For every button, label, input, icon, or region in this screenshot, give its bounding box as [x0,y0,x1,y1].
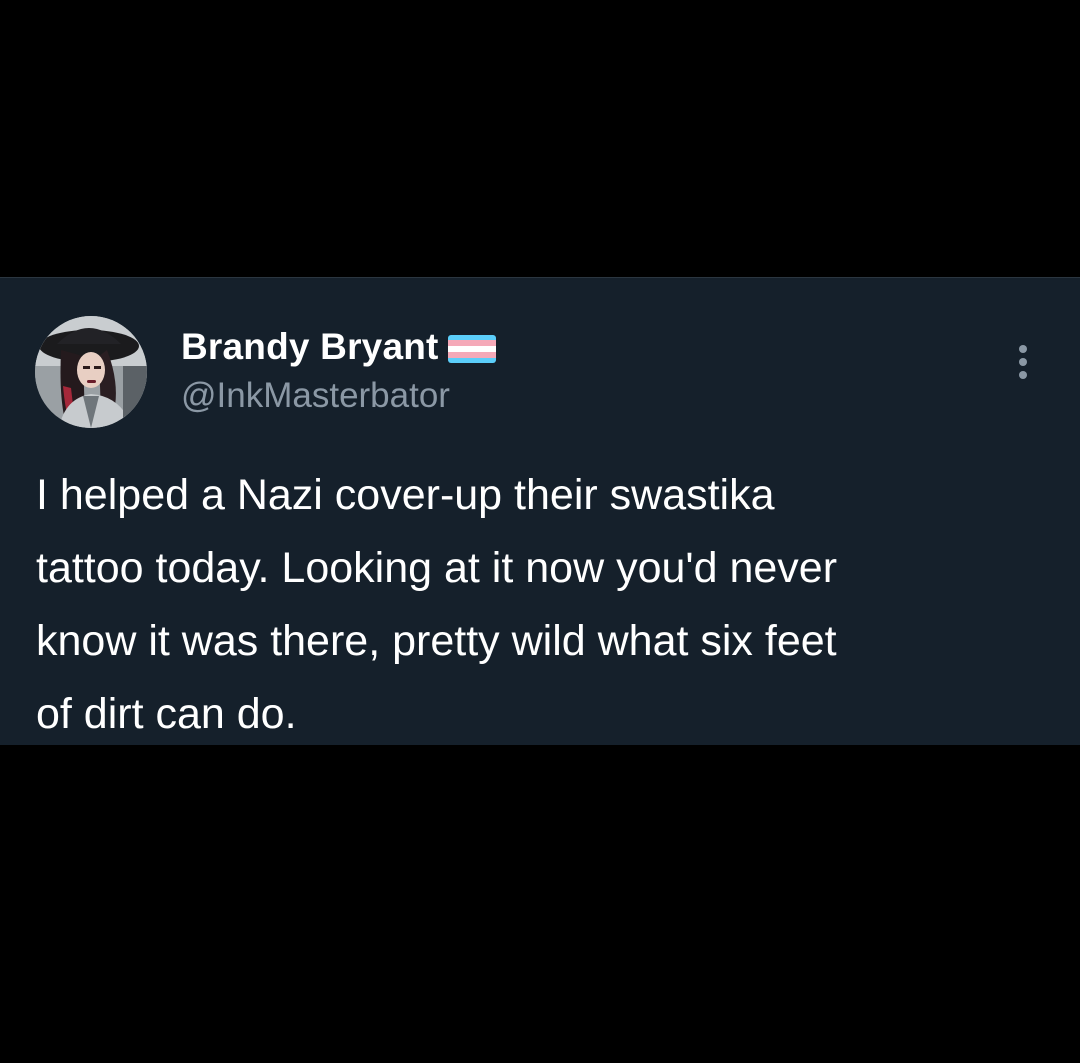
avatar[interactable] [35,316,147,428]
tweet-text: I helped a Nazi cover-up their swastika … [36,471,838,738]
author-name-row[interactable]: Brandy Bryant [181,324,497,370]
profile-photo-icon [35,316,147,428]
more-options-button[interactable] [1005,340,1041,384]
tweet-card[interactable]: Brandy Bryant @InkMasterbator I helped a… [0,277,1080,745]
author-handle[interactable]: @InkMasterbator [181,376,450,416]
more-vertical-icon [1019,345,1027,379]
display-name[interactable]: Brandy Bryant [181,326,439,368]
transgender-flag-icon [447,335,496,363]
screenshot-page: Brandy Bryant @InkMasterbator I helped a… [0,0,1080,1063]
